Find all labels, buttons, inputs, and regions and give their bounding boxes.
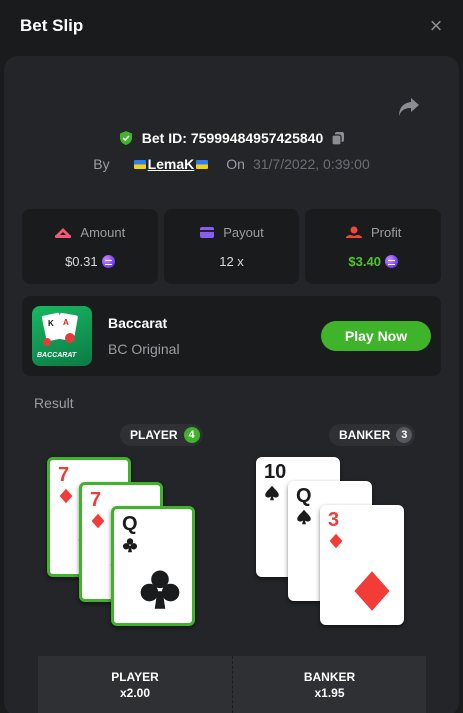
flag-icon bbox=[133, 159, 146, 169]
amount-stat: Amount $0.31 bbox=[22, 209, 158, 284]
by-label: By bbox=[93, 156, 110, 172]
player-score: 4 bbox=[183, 427, 200, 443]
profit-stat: Profit $3.40 bbox=[305, 209, 442, 284]
flag-icon bbox=[196, 159, 209, 169]
username: LemaK bbox=[147, 156, 195, 172]
card-rank: 3 bbox=[328, 509, 340, 531]
banker-option-label: BANKER bbox=[303, 669, 356, 684]
banker-label: BANKER bbox=[339, 428, 391, 442]
payout-label: Payout bbox=[223, 224, 264, 240]
player-score-badge: PLAYER 4 bbox=[120, 424, 203, 446]
play-now-button[interactable]: Play Now bbox=[321, 321, 431, 351]
banker-score: 3 bbox=[396, 427, 413, 443]
player-option-odds: x2.00 bbox=[119, 685, 151, 700]
svg-text:A: A bbox=[63, 318, 69, 327]
amount-value: $0.31 bbox=[65, 253, 98, 269]
bet-id-value: 75999484957425840 bbox=[190, 130, 324, 146]
on-label: On bbox=[226, 156, 245, 172]
game-card: K A BACCARAT Baccarat BC Original Play N… bbox=[22, 296, 441, 376]
banker-option: BANKER x1.95 bbox=[232, 656, 426, 713]
spade-icon bbox=[297, 509, 311, 525]
card-rank: Q bbox=[122, 513, 138, 535]
diamond-icon bbox=[59, 488, 73, 504]
game-icon-text: BACCARAT bbox=[37, 352, 77, 359]
profit-label: Profit bbox=[371, 224, 402, 240]
bet-meta-row: By LemaK On 31/7/2022, 0:39:00 bbox=[0, 154, 463, 174]
card-rank: 7 bbox=[58, 464, 70, 486]
spade-icon bbox=[265, 485, 279, 501]
player-option-label: PLAYER bbox=[111, 669, 159, 684]
user-link[interactable]: LemaK bbox=[133, 156, 209, 172]
profit-value: $3.40 bbox=[348, 253, 381, 269]
card-rank: Q bbox=[296, 485, 312, 507]
club-icon bbox=[122, 538, 138, 553]
bet-date: 31/7/2022, 0:39:00 bbox=[252, 156, 370, 172]
banker-score-badge: BANKER 3 bbox=[329, 424, 416, 446]
banker-card: 3 bbox=[320, 505, 404, 625]
amount-label: Amount bbox=[80, 224, 126, 240]
bet-options: PLAYER x2.00 BANKER x1.95 bbox=[38, 656, 426, 713]
card-rank: 7 bbox=[90, 489, 102, 511]
diamond-icon bbox=[91, 513, 105, 529]
banker-option-odds: x1.95 bbox=[314, 685, 345, 700]
coin-icon bbox=[101, 254, 115, 268]
card-rank: 10 bbox=[264, 461, 287, 483]
page-title: Bet Slip bbox=[20, 16, 84, 35]
copy-icon[interactable] bbox=[331, 131, 345, 146]
player-option: PLAYER x2.00 bbox=[38, 656, 232, 713]
header: Bet Slip × bbox=[0, 0, 463, 52]
bet-id-label: Bet ID: bbox=[141, 130, 187, 146]
share-icon[interactable] bbox=[397, 96, 421, 118]
bet-id-row: Bet ID: 75999484957425840 bbox=[0, 128, 463, 148]
game-name: Baccarat bbox=[108, 315, 168, 331]
coin-icon bbox=[384, 254, 398, 268]
player-card: Q bbox=[111, 506, 195, 626]
svg-text:K: K bbox=[48, 319, 54, 328]
game-subtitle: BC Original bbox=[108, 341, 180, 357]
diamond-icon bbox=[329, 533, 343, 549]
result-label: Result bbox=[34, 395, 74, 411]
player-label: PLAYER bbox=[130, 428, 178, 442]
profit-icon bbox=[346, 226, 362, 238]
payout-stat: Payout 12 x bbox=[163, 209, 300, 284]
close-icon[interactable]: × bbox=[426, 15, 446, 37]
club-icon bbox=[140, 570, 180, 609]
diamond-icon bbox=[354, 571, 390, 611]
stats-row: Amount $0.31 Payout 12 x Profit $3.40 bbox=[22, 209, 442, 284]
payout-icon bbox=[200, 226, 215, 238]
amount-icon bbox=[55, 228, 72, 238]
payout-value: 12 x bbox=[219, 253, 244, 269]
shield-icon bbox=[119, 131, 132, 145]
baccarat-game-icon: K A BACCARAT bbox=[32, 306, 92, 366]
